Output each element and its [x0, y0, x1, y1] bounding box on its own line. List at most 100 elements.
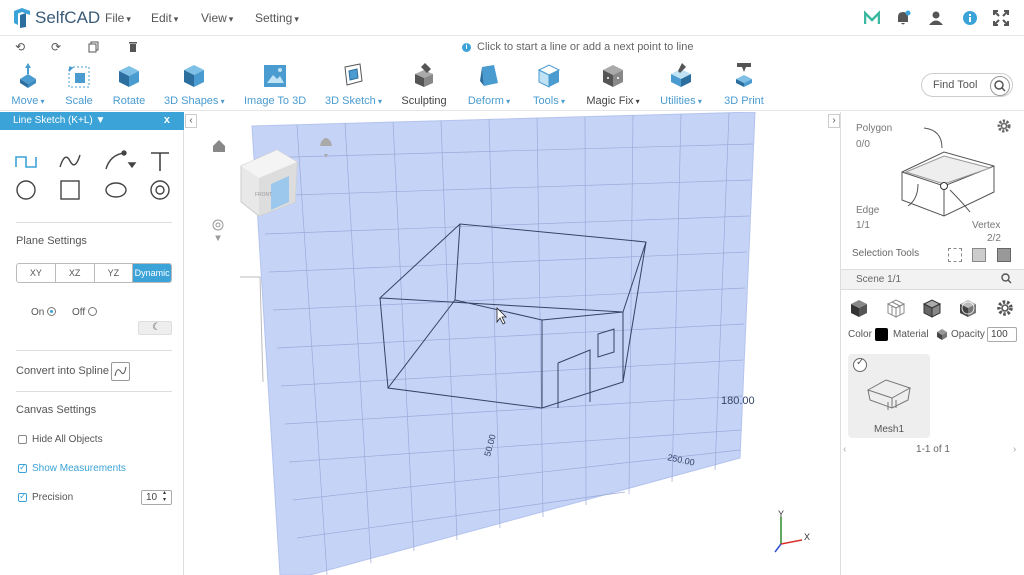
rectangle-tool-icon[interactable] — [58, 178, 82, 202]
show-measurements-checkbox[interactable] — [18, 462, 27, 473]
bell-icon[interactable] — [895, 10, 911, 26]
moon-toggle[interactable]: ☾ — [138, 321, 172, 335]
material-icon[interactable] — [936, 328, 948, 340]
tool-sculpting-label: Sculpting — [401, 95, 447, 107]
hide-all-checkbox[interactable] — [18, 435, 27, 444]
user-icon[interactable] — [928, 10, 944, 26]
on-radio[interactable]: On — [31, 307, 57, 318]
search-icon[interactable] — [1001, 273, 1012, 287]
face-select-icon[interactable] — [997, 248, 1011, 262]
tool-3d-print[interactable]: 3D Print — [723, 61, 765, 107]
plane-dynamic-button[interactable]: Dynamic — [133, 264, 171, 282]
collapse-right-icon[interactable]: › — [828, 114, 840, 128]
m-logo-icon[interactable] — [863, 9, 881, 26]
axis-x-label: X — [804, 532, 810, 542]
mesh-card[interactable]: ✓ Mesh1 — [848, 354, 930, 438]
plane-xz-button[interactable]: XZ — [56, 264, 95, 282]
opacity-stepper[interactable]: 100 — [987, 327, 1017, 342]
app-logo[interactable]: SelfCAD — [12, 6, 100, 30]
plane-xy-button[interactable]: XY — [17, 264, 56, 282]
material-label[interactable]: Material — [893, 329, 929, 340]
text-tool-icon[interactable] — [148, 149, 172, 173]
radio-off-icon — [88, 307, 98, 316]
tool-magic-fix[interactable]: Magic Fix — [586, 61, 640, 107]
ring-tool-icon[interactable] — [148, 178, 172, 202]
selfcad-logo-icon — [12, 7, 32, 29]
tool-deform[interactable]: Deform — [466, 61, 512, 107]
precision-stepper[interactable]: 10 — [141, 489, 172, 505]
tool-scale[interactable]: Scale — [63, 61, 95, 107]
cube-front-label: FRONT — [255, 192, 272, 198]
find-tool-search[interactable]: Find Tool — [921, 73, 1013, 97]
tool-rotate-label: Rotate — [112, 95, 146, 107]
tool-scale-label: Scale — [65, 95, 93, 107]
pagination: 1-1 of 1 ‹ › — [841, 444, 1024, 458]
opacity-label: Opacity — [951, 329, 985, 340]
tool-image-to-3d[interactable]: Image To 3D — [244, 61, 306, 107]
mesh-cube-icon[interactable] — [922, 298, 942, 318]
tool-tools[interactable]: Tools — [531, 61, 567, 107]
info-icon[interactable] — [962, 10, 978, 26]
tool-utilities-label: Utilities — [658, 95, 704, 107]
hide-all-label: Hide All Objects — [32, 434, 103, 445]
ellipse-tool-icon[interactable] — [104, 178, 128, 202]
search-icon[interactable] — [990, 76, 1010, 96]
curve-tool-icon[interactable] — [58, 149, 82, 173]
panel-header: Line Sketch (K+L) ▼ x — [0, 112, 184, 130]
measurement-180: 180.00 — [721, 395, 755, 407]
selection-diagram — [901, 127, 995, 217]
precision-checkbox[interactable] — [18, 491, 27, 502]
pager-prev-icon[interactable]: ‹ — [843, 444, 853, 455]
vertex-label: Vertex — [972, 220, 1001, 231]
viewport-canvas[interactable]: 180.00 250.00 50.00 FRONT Y X ‹ › — [185, 112, 840, 575]
menu-setting[interactable]: Setting — [255, 11, 299, 25]
bezier-tool-icon[interactable] — [104, 149, 138, 173]
convert-spline-button[interactable] — [111, 362, 130, 381]
tool-utilities[interactable]: Utilities — [658, 61, 704, 107]
settings-gear-icon[interactable] — [995, 298, 1015, 318]
plane-yz-button[interactable]: YZ — [95, 264, 134, 282]
redo-icon[interactable]: ⟳ — [51, 41, 63, 53]
off-radio[interactable]: Off — [72, 307, 98, 318]
close-icon[interactable]: x — [164, 114, 170, 126]
menu-file[interactable]: File — [105, 11, 131, 25]
home-icon[interactable] — [213, 140, 225, 152]
tool-3d-shapes-label: 3D Shapes — [164, 95, 224, 107]
check-circle-icon[interactable]: ✓ — [853, 357, 867, 372]
tool-3d-sketch-label: 3D Sketch — [325, 95, 381, 107]
wireframe-cube-icon[interactable] — [886, 298, 906, 318]
pager-next-icon[interactable]: › — [1013, 444, 1023, 455]
scene-header[interactable]: Scene 1/1 — [841, 269, 1024, 290]
app-name: SelfCAD — [35, 8, 101, 27]
tool-rotate[interactable]: Rotate — [112, 61, 146, 107]
solid-cube-icon[interactable] — [849, 298, 869, 318]
circle-tool-icon[interactable] — [14, 178, 38, 202]
tool-sculpting[interactable]: Sculpting — [401, 61, 447, 107]
target-icon[interactable] — [212, 219, 224, 242]
tool-move[interactable]: Move — [10, 61, 46, 107]
convert-spline-label: Convert into Spline — [16, 365, 109, 377]
tool-deform-label: Deform — [466, 95, 512, 107]
edge-label: Edge — [856, 205, 880, 216]
plane-segmented-control: XY XZ YZ Dynamic — [16, 263, 172, 283]
fullscreen-icon[interactable] — [993, 10, 1009, 26]
line-tool-icon[interactable] — [14, 149, 38, 173]
collapse-left-icon[interactable]: ‹ — [185, 114, 197, 128]
scene-label: Scene 1/1 — [856, 274, 902, 285]
axis-y-label: Y — [778, 509, 784, 519]
object-select-icon[interactable] — [972, 248, 986, 262]
color-swatch[interactable] — [875, 328, 888, 341]
polygon-label: Polygon — [856, 123, 893, 134]
tool-3d-shapes[interactable]: 3D Shapes — [164, 61, 224, 107]
undo-icon[interactable]: ⟲ — [15, 41, 27, 53]
shaded-cube-icon[interactable] — [958, 298, 978, 318]
precision-label: Precision — [32, 492, 74, 503]
trash-icon[interactable] — [127, 41, 139, 53]
tool-3d-sketch[interactable]: 3D Sketch — [325, 61, 381, 107]
copy-icon[interactable] — [88, 41, 100, 53]
menu-view[interactable]: View — [201, 11, 233, 25]
line-sketch-panel: Line Sketch (K+L) ▼ x Plane Settings XY … — [0, 112, 184, 575]
box-select-icon[interactable] — [948, 248, 962, 262]
menu-edit[interactable]: Edit — [151, 11, 178, 25]
printer-icon — [731, 61, 757, 89]
